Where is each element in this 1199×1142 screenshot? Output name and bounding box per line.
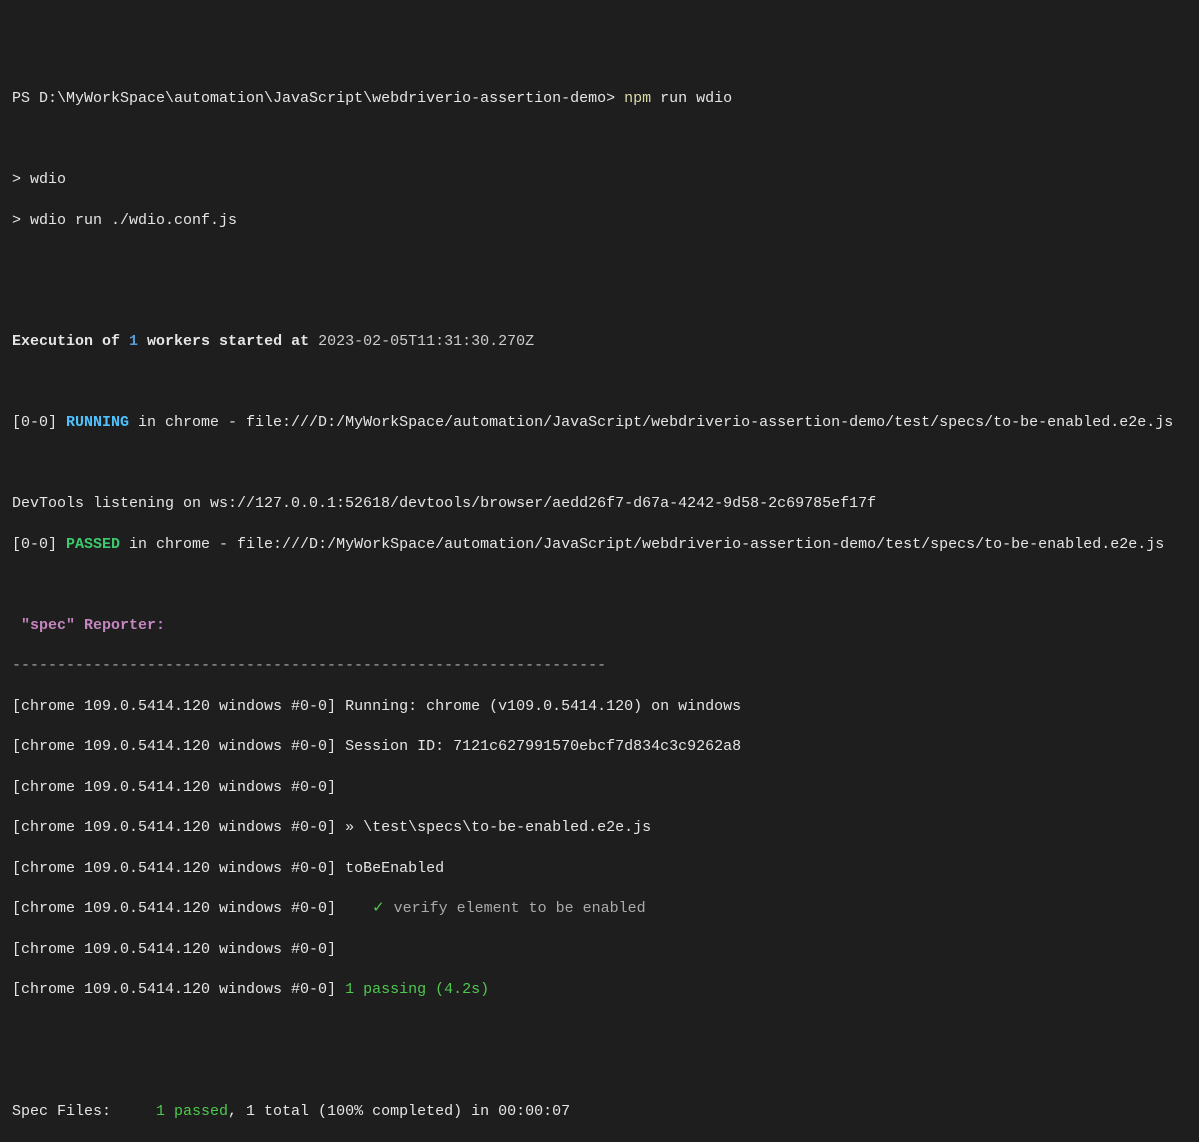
- running-rest: in chrome - file:///D:/MyWorkSpace/autom…: [129, 414, 1173, 431]
- blank-line: [12, 454, 1187, 474]
- report-row-2: [chrome 109.0.5414.120 windows #0-0] Ses…: [12, 737, 1187, 757]
- chrome-prefix: [chrome 109.0.5414.120 windows #0-0]: [12, 981, 336, 998]
- cmd-npm: npm: [624, 90, 651, 107]
- passed-rest: in chrome - file:///D:/MyWorkSpace/autom…: [120, 536, 1164, 553]
- running-prefix: [0-0]: [12, 414, 66, 431]
- devtools-line: DevTools listening on ws://127.0.0.1:526…: [12, 494, 1187, 514]
- report-row-3: [chrome 109.0.5414.120 windows #0-0]: [12, 778, 1187, 798]
- spec-reporter-header: "spec" Reporter:: [12, 616, 1187, 636]
- chrome-prefix: [chrome 109.0.5414.120 windows #0-0]: [12, 738, 336, 755]
- chrome-prefix: [chrome 109.0.5414.120 windows #0-0]: [12, 900, 336, 917]
- execution-line: Execution of 1 workers started at 2023-0…: [12, 332, 1187, 352]
- specfiles-rest: , 1 total (100% completed) in 00:00:07: [228, 1103, 570, 1120]
- blank-line: [12, 130, 1187, 150]
- divider-line: ----------------------------------------…: [12, 656, 1187, 676]
- running-status: RUNNING: [66, 414, 129, 431]
- chrome-prefix: [chrome 109.0.5414.120 windows #0-0]: [12, 941, 336, 958]
- passed-line: [0-0] PASSED in chrome - file:///D:/MyWo…: [12, 535, 1187, 555]
- report-row-4: [chrome 109.0.5414.120 windows #0-0] » \…: [12, 818, 1187, 838]
- test-name: verify element to be enabled: [385, 900, 646, 917]
- prompt-line-1: PS D:\MyWorkSpace\automation\JavaScript\…: [12, 89, 1187, 109]
- specfiles-label: Spec Files:: [12, 1103, 156, 1120]
- report-row-7: [chrome 109.0.5414.120 windows #0-0]: [12, 940, 1187, 960]
- check-icon: ✓: [336, 900, 385, 917]
- blank-line: [12, 373, 1187, 393]
- blank-line: [12, 1061, 1187, 1081]
- blank-line: [12, 575, 1187, 595]
- echo-line-2: > wdio run ./wdio.conf.js: [12, 211, 1187, 231]
- running-line: [0-0] RUNNING in chrome - file:///D:/MyW…: [12, 413, 1187, 433]
- exec-timestamp: 2023-02-05T11:31:30.270Z: [318, 333, 534, 350]
- chrome-prefix: [chrome 109.0.5414.120 windows #0-0]: [12, 698, 336, 715]
- exec-text-mid: workers started at: [138, 333, 318, 350]
- exec-text-pre: Execution of: [12, 333, 129, 350]
- report-row-5: [chrome 109.0.5414.120 windows #0-0] toB…: [12, 859, 1187, 879]
- terminal-output[interactable]: PS D:\MyWorkSpace\automation\JavaScript\…: [12, 89, 1187, 1142]
- blank-line: [12, 292, 1187, 312]
- blank-line: [12, 251, 1187, 271]
- exec-worker-count: 1: [129, 333, 138, 350]
- blank-line: [12, 1021, 1187, 1041]
- passed-status: PASSED: [66, 536, 120, 553]
- ps-prefix: PS: [12, 90, 39, 107]
- prompt-sep: >: [606, 90, 624, 107]
- cmd-args: run wdio: [651, 90, 732, 107]
- passed-prefix: [0-0]: [12, 536, 66, 553]
- report-text: » \test\specs\to-be-enabled.e2e.js: [336, 819, 651, 836]
- specfiles-passed: 1 passed: [156, 1103, 228, 1120]
- report-row-6: [chrome 109.0.5414.120 windows #0-0] ✓ v…: [12, 899, 1187, 919]
- report-text: Running: chrome (v109.0.5414.120) on win…: [336, 698, 741, 715]
- report-row-1: [chrome 109.0.5414.120 windows #0-0] Run…: [12, 697, 1187, 717]
- spec-files-line: Spec Files: 1 passed, 1 total (100% comp…: [12, 1102, 1187, 1122]
- report-text: toBeEnabled: [336, 860, 444, 877]
- report-row-8: [chrome 109.0.5414.120 windows #0-0] 1 p…: [12, 980, 1187, 1000]
- passing-summary: 1 passing (4.2s): [336, 981, 489, 998]
- report-text: Session ID: 7121c627991570ebcf7d834c3c92…: [336, 738, 741, 755]
- cwd-path: D:\MyWorkSpace\automation\JavaScript\web…: [39, 90, 606, 107]
- chrome-prefix: [chrome 109.0.5414.120 windows #0-0]: [12, 819, 336, 836]
- chrome-prefix: [chrome 109.0.5414.120 windows #0-0]: [12, 860, 336, 877]
- chrome-prefix: [chrome 109.0.5414.120 windows #0-0]: [12, 779, 336, 796]
- echo-line-1: > wdio: [12, 170, 1187, 190]
